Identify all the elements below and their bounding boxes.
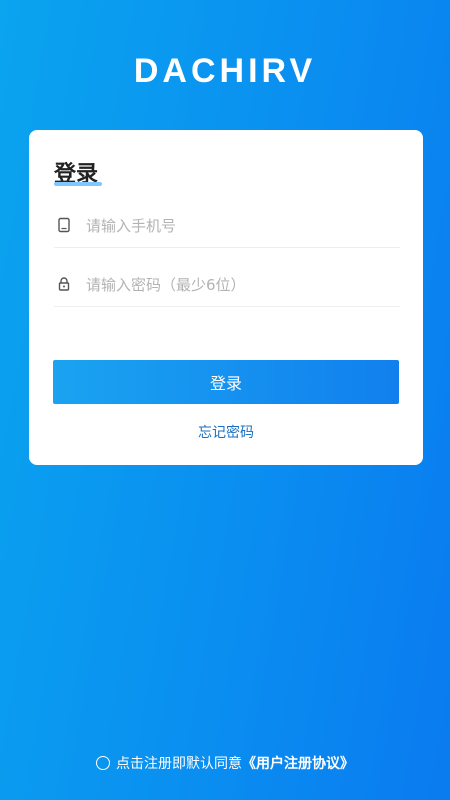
brand-logo: DACHIRV [133, 52, 317, 90]
lock-icon [56, 276, 72, 292]
login-button[interactable]: 登录 [53, 360, 399, 404]
radio-circle-icon[interactable] [96, 756, 110, 770]
password-input[interactable] [84, 269, 388, 301]
user-agreement-link[interactable]: 《用户注册协议》 [242, 756, 354, 772]
title-underline [54, 182, 102, 186]
password-field [54, 264, 400, 307]
agreement-row: 点击注册即默认同意《用户注册协议》 [0, 753, 450, 773]
tablet-phone-icon [56, 217, 72, 233]
phone-input[interactable] [84, 210, 388, 242]
login-card: 登录 登录 忘记密码 [29, 130, 423, 465]
forgot-password-link[interactable]: 忘记密码 [29, 422, 423, 442]
phone-field [54, 205, 400, 248]
agreement-text: 点击注册即默认同意 [116, 756, 242, 772]
